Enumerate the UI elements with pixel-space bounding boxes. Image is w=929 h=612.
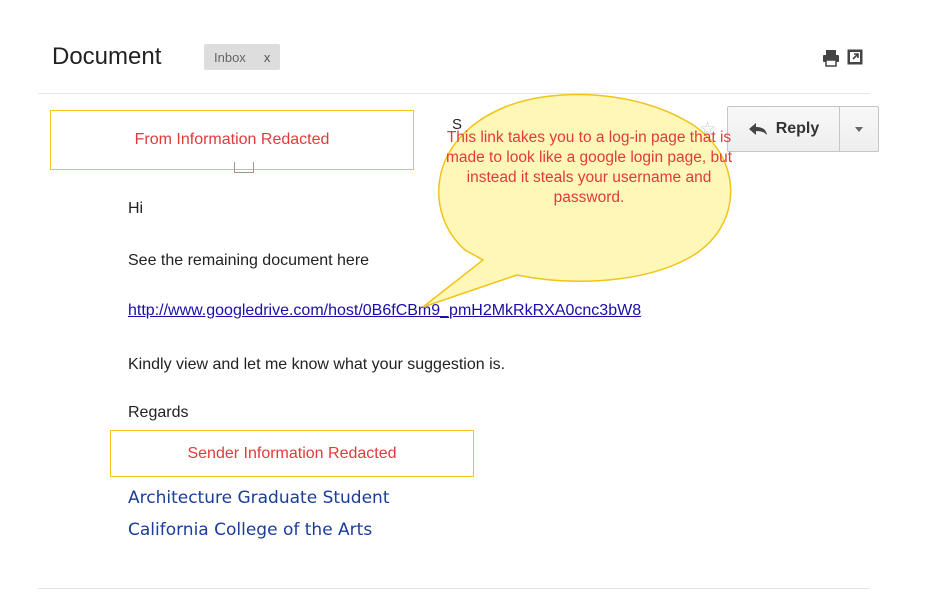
signature-line-2: California College of the Arts <box>128 520 373 540</box>
more-actions-button[interactable] <box>840 107 878 151</box>
inbox-label-text: Inbox <box>214 49 246 65</box>
greeting: Hi <box>128 200 144 217</box>
reply-button-group: Reply <box>727 106 879 152</box>
reply-label: Reply <box>775 120 820 137</box>
closing: Regards <box>128 404 189 421</box>
email-subject: Document <box>52 43 162 70</box>
body-line-2: Kindly view and let me know what your su… <box>128 356 506 373</box>
footer-divider <box>38 588 870 589</box>
body-line-1: See the remaining document here <box>128 252 370 269</box>
new-window-icon[interactable] <box>847 49 863 65</box>
signature-line-1: Architecture Graduate Student <box>128 488 390 508</box>
print-icon[interactable] <box>822 49 840 67</box>
sender-redacted-box: Sender Information Redacted <box>110 430 474 477</box>
caret-down-icon <box>855 126 863 132</box>
recipient-details-toggle[interactable] <box>234 162 254 173</box>
remove-label-button[interactable]: x <box>264 50 271 65</box>
from-redacted-box: From Information Redacted <box>50 110 414 170</box>
inbox-label-chip[interactable]: Inbox x <box>204 44 281 70</box>
reply-arrow-icon <box>748 123 767 135</box>
annotation-text: This link takes you to a log-in page tha… <box>445 129 733 206</box>
